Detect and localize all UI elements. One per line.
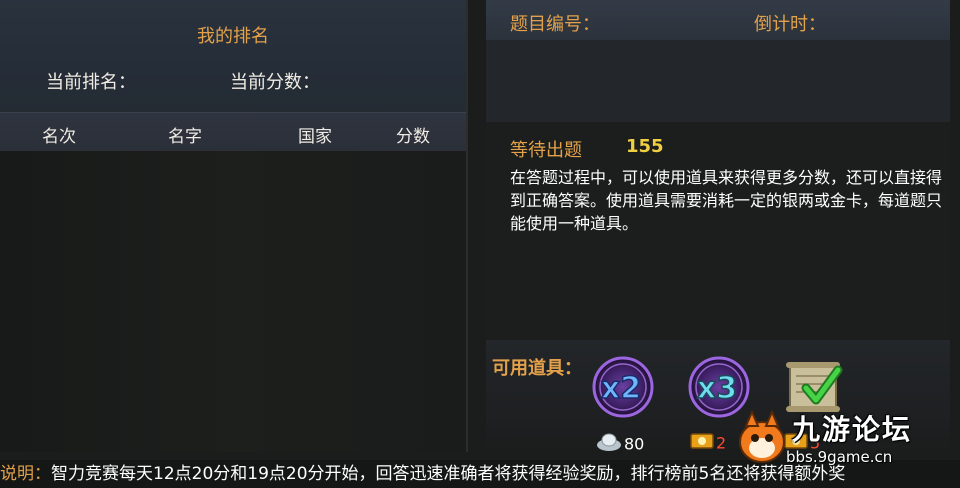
answer-scroll-item[interactable] xyxy=(782,354,848,420)
notice-label: 说明： xyxy=(0,464,51,484)
answer-scroll-icon xyxy=(786,362,843,412)
ranking-title: 我的排名 xyxy=(197,26,269,47)
notice-text: 智力竞赛每天12点20分和19点20分开始，回答迅速准确者将获得经验奖励，排行榜… xyxy=(51,464,846,484)
info-area: 等待出题 155 在答题过程中，可以使用道具来获得更多分数，还可以直接得到正确答… xyxy=(486,122,950,340)
countdown-label: 倒计时： xyxy=(754,14,826,35)
double-score-icon: x2 xyxy=(592,356,654,418)
notice-bar: 说明：智力竞赛每天12点20分和19点20分开始，回答迅速准确者将获得经验奖励，… xyxy=(0,460,960,488)
silver-ingot-icon xyxy=(596,432,622,456)
column-rank: 名次 xyxy=(42,127,76,147)
current-score-label: 当前分数： xyxy=(230,72,320,93)
column-score: 分数 xyxy=(396,127,430,147)
gold-card-icon xyxy=(690,432,714,454)
answer-scroll-cost: 5 xyxy=(784,432,820,454)
items-panel: 可用道具： x2 x3 80 2 5 xyxy=(486,340,950,454)
question-header: 题目编号： 倒计时： xyxy=(486,0,950,40)
triple-score-cost: 2 xyxy=(690,432,726,454)
triple-score-item[interactable]: x3 xyxy=(686,354,752,420)
ranking-header: 我的排名 当前排名： 当前分数： xyxy=(0,0,466,112)
waiting-value: 155 xyxy=(626,136,664,157)
waiting-label: 等待出题 xyxy=(510,140,582,161)
triple-score-cost-value: 2 xyxy=(716,433,727,453)
column-country: 国家 xyxy=(298,127,332,147)
ranking-panel: 我的排名 当前排名： 当前分数： 名次 名字 国家 分数 xyxy=(0,0,468,452)
double-score-item[interactable]: x2 xyxy=(590,354,656,420)
double-score-cost: 80 xyxy=(596,432,644,456)
current-rank-label: 当前排名： xyxy=(46,72,136,93)
info-text: 在答题过程中，可以使用道具来获得更多分数，还可以直接得到正确答案。使用道具需要消… xyxy=(510,168,943,233)
items-label: 可用道具： xyxy=(492,358,582,379)
svg-text:x3: x3 xyxy=(697,371,737,406)
ranking-table-header: 名次 名字 国家 分数 xyxy=(0,112,466,152)
triple-score-icon: x3 xyxy=(688,356,750,418)
answer-scroll-cost-value: 5 xyxy=(810,433,821,453)
question-area xyxy=(486,40,950,122)
double-score-cost-value: 80 xyxy=(624,434,645,454)
question-number-label: 题目编号： xyxy=(510,14,600,35)
gold-card-icon xyxy=(784,432,808,454)
svg-text:x2: x2 xyxy=(601,371,641,406)
column-name: 名字 xyxy=(168,127,202,147)
ranking-table-body[interactable] xyxy=(0,151,466,452)
